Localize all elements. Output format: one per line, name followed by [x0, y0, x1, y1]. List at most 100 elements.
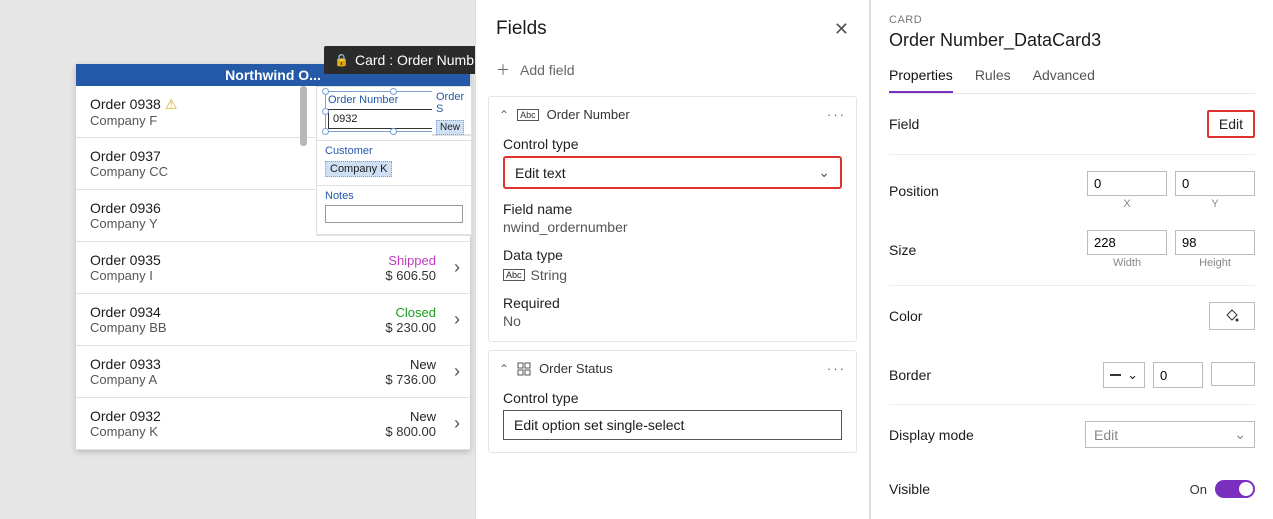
component-name: Order Number_DataCard3	[889, 30, 1255, 51]
field-label: Customer	[325, 145, 463, 157]
lock-icon: 🔒	[334, 53, 349, 67]
gallery-row[interactable]: Order 0933Company ANew$ 736.00›	[76, 346, 470, 398]
chevron-up-icon[interactable]: ⌃	[499, 108, 509, 122]
visible-toggle[interactable]	[1215, 480, 1255, 498]
prop-row-color: Color	[889, 286, 1255, 346]
customer-value[interactable]: Company K	[325, 161, 392, 177]
data-type-label: Data type	[503, 247, 842, 263]
size-width-input[interactable]	[1087, 230, 1167, 255]
control-type-label: Control type	[503, 390, 842, 406]
edit-field-button[interactable]: Edit	[1207, 110, 1255, 138]
component-kind: CARD	[889, 14, 1255, 26]
company-name: Company K	[90, 424, 366, 439]
properties-tabs: Properties Rules Advanced	[889, 61, 1255, 94]
position-x-input[interactable]	[1087, 171, 1167, 196]
required-value: No	[503, 313, 842, 329]
scrollbar-thumb[interactable]	[300, 86, 307, 146]
prop-label: Field	[889, 116, 1207, 132]
text-type-icon: Abc	[503, 269, 525, 281]
control-type-label: Control type	[503, 136, 842, 152]
warning-icon: ⚠	[165, 96, 178, 113]
field-card-header[interactable]: ⌃ Order Status ···	[489, 351, 856, 386]
border-style-select[interactable]: ⌄	[1103, 362, 1145, 388]
prop-row-size: Size Width Height	[889, 214, 1255, 286]
fields-title: Fields	[496, 18, 547, 40]
selection-tooltip: 🔒 Card : Order Numb	[324, 46, 484, 74]
prop-label: Color	[889, 308, 1209, 324]
paint-icon	[1224, 308, 1240, 324]
control-type-select[interactable]: Edit text ⌄	[503, 156, 842, 189]
x-sublabel: X	[1123, 198, 1130, 210]
text-type-icon: Abc	[517, 109, 539, 121]
chevron-down-icon: ⌄	[1127, 367, 1138, 383]
y-sublabel: Y	[1211, 198, 1218, 210]
add-field-button[interactable]: ＋ Add field	[476, 46, 869, 96]
control-type-value: Edit text	[515, 165, 566, 181]
plus-icon: ＋	[496, 60, 510, 80]
notes-input[interactable]	[325, 205, 463, 223]
display-mode-value: Edit	[1094, 427, 1118, 443]
display-mode-select[interactable]: Edit ⌄	[1085, 421, 1255, 448]
gallery-row[interactable]: Order 0935Company IShipped$ 606.50›	[76, 242, 470, 294]
prop-label: Border	[889, 367, 1103, 383]
prop-label: Size	[889, 242, 1087, 258]
chevron-right-icon[interactable]: ›	[436, 309, 460, 330]
prop-row-position: Position X Y	[889, 155, 1255, 214]
chevron-right-icon[interactable]: ›	[436, 257, 460, 278]
company-name: Company BB	[90, 320, 366, 335]
form-preview-col2[interactable]: Order S New	[432, 86, 472, 136]
field-card-order-number[interactable]: ⌃ Abc Order Number ··· Control type Edit…	[488, 96, 857, 342]
chevron-right-icon[interactable]: ›	[436, 361, 460, 382]
prop-label: Visible	[889, 481, 1190, 497]
field-name-value: nwind_ordernumber	[503, 219, 842, 235]
orderstatus-value[interactable]: New	[436, 120, 464, 135]
chevron-right-icon[interactable]: ›	[436, 413, 460, 434]
gallery-row[interactable]: Order 0932Company KNew$ 800.00›	[76, 398, 470, 450]
order-amount: $ 736.00	[366, 372, 436, 387]
tab-rules[interactable]: Rules	[975, 61, 1011, 93]
order-status: Closed	[366, 305, 436, 320]
more-icon[interactable]: ···	[827, 107, 846, 122]
prop-row-display-mode: Display mode Edit ⌄	[889, 405, 1255, 464]
card-customer[interactable]: Customer Company K	[317, 141, 471, 186]
border-width-input[interactable]	[1153, 362, 1203, 388]
company-name: Company I	[90, 268, 366, 283]
visible-text: On	[1190, 482, 1207, 497]
field-name-label: Field name	[503, 201, 842, 217]
chevron-down-icon: ⌄	[1234, 426, 1246, 443]
company-name: Company A	[90, 372, 366, 387]
order-title: Order 0932	[90, 408, 366, 424]
control-type-select[interactable]: Edit option set single-select	[503, 410, 842, 440]
order-title: Order 0934	[90, 304, 366, 320]
field-card-order-status[interactable]: ⌃ Order Status ··· Control type Edit opt…	[488, 350, 857, 453]
position-y-input[interactable]	[1175, 171, 1255, 196]
prop-label: Position	[889, 183, 1087, 199]
color-picker-button[interactable]	[1209, 302, 1255, 330]
properties-panel: CARD Order Number_DataCard3 Properties R…	[870, 0, 1273, 519]
more-icon[interactable]: ···	[827, 361, 846, 376]
tab-properties[interactable]: Properties	[889, 61, 953, 93]
prop-label: Display mode	[889, 427, 1085, 443]
border-color-swatch[interactable]	[1211, 362, 1255, 386]
field-card-header[interactable]: ⌃ Abc Order Number ···	[489, 97, 856, 132]
prop-row-visible: Visible On	[889, 464, 1255, 514]
close-icon[interactable]: ✕	[834, 19, 849, 40]
fields-panel: Fields ✕ ＋ Add field ⌃ Abc Order Number …	[475, 0, 870, 519]
order-status: New	[366, 409, 436, 424]
prop-row-field: Field Edit	[889, 94, 1255, 155]
prop-row-border: Border ⌄	[889, 346, 1255, 405]
order-status: Shipped	[366, 253, 436, 268]
chevron-down-icon: ⌄	[818, 164, 830, 181]
gallery-row[interactable]: Order 0934Company BBClosed$ 230.00›	[76, 294, 470, 346]
chevron-up-icon[interactable]: ⌃	[499, 362, 509, 376]
field-card-title: Order Number	[547, 107, 630, 122]
height-sublabel: Height	[1199, 257, 1231, 269]
field-card-title: Order Status	[539, 361, 613, 376]
field-label: Notes	[325, 190, 463, 202]
card-notes[interactable]: Notes	[317, 186, 471, 235]
tab-advanced[interactable]: Advanced	[1033, 61, 1095, 93]
width-sublabel: Width	[1113, 257, 1141, 269]
order-amount: $ 606.50	[366, 268, 436, 283]
order-amount: $ 800.00	[366, 424, 436, 439]
size-height-input[interactable]	[1175, 230, 1255, 255]
